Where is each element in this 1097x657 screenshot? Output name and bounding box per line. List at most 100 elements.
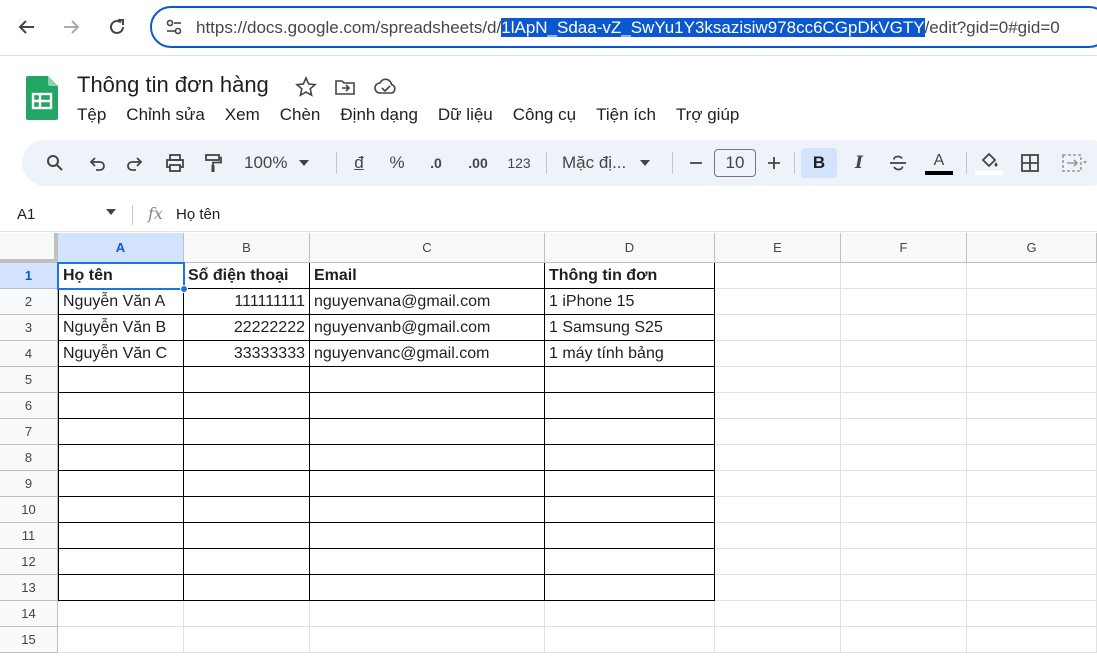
select-all-corner[interactable] bbox=[0, 233, 58, 263]
cell-f8[interactable] bbox=[841, 445, 967, 471]
cell-a2[interactable]: Nguyễn Văn A bbox=[58, 289, 184, 315]
menu-file[interactable]: Tệp bbox=[67, 102, 116, 128]
cell-d7[interactable] bbox=[545, 419, 715, 445]
cell-a9[interactable] bbox=[58, 471, 184, 497]
row-header-14[interactable]: 14 bbox=[0, 601, 58, 627]
column-header-a[interactable]: A bbox=[58, 233, 184, 263]
percent-format-button[interactable]: % bbox=[386, 148, 408, 178]
cell-f13[interactable] bbox=[841, 575, 967, 601]
cell-b12[interactable] bbox=[184, 549, 310, 575]
cell-d9[interactable] bbox=[545, 471, 715, 497]
cell-a4[interactable]: Nguyễn Văn C bbox=[58, 341, 184, 367]
cell-e6[interactable] bbox=[715, 393, 841, 419]
cell-c12[interactable] bbox=[310, 549, 545, 575]
cell-c7[interactable] bbox=[310, 419, 545, 445]
star-icon[interactable] bbox=[295, 76, 317, 98]
menu-insert[interactable]: Chèn bbox=[270, 102, 331, 128]
cell-e11[interactable] bbox=[715, 523, 841, 549]
print-button[interactable] bbox=[162, 148, 188, 178]
decrease-decimal-button[interactable]: .0 bbox=[422, 148, 450, 178]
menu-format[interactable]: Định dạng bbox=[330, 102, 428, 128]
cell-b1[interactable]: Số điện thoại bbox=[184, 263, 310, 289]
menu-tools[interactable]: Công cụ bbox=[503, 102, 586, 128]
cell-b5[interactable] bbox=[184, 367, 310, 393]
cell-d14[interactable] bbox=[545, 601, 715, 627]
cell-b11[interactable] bbox=[184, 523, 310, 549]
undo-button[interactable] bbox=[84, 148, 110, 178]
cell-c8[interactable] bbox=[310, 445, 545, 471]
cell-b14[interactable] bbox=[184, 601, 310, 627]
search-menus-button[interactable] bbox=[42, 148, 68, 178]
cell-a8[interactable] bbox=[58, 445, 184, 471]
font-family-select[interactable]: Mặc đị... bbox=[562, 148, 658, 178]
cell-c15[interactable] bbox=[310, 627, 545, 653]
cell-e4[interactable] bbox=[715, 341, 841, 367]
cell-d8[interactable] bbox=[545, 445, 715, 471]
redo-button[interactable] bbox=[122, 148, 148, 178]
row-header-7[interactable]: 7 bbox=[0, 419, 58, 445]
cell-g4[interactable] bbox=[967, 341, 1097, 367]
row-header-1[interactable]: 1 bbox=[0, 263, 58, 289]
increase-decimal-button[interactable]: .00 bbox=[464, 148, 492, 178]
cell-a1[interactable]: Họ tên bbox=[58, 263, 184, 289]
cell-b6[interactable] bbox=[184, 393, 310, 419]
cell-f2[interactable] bbox=[841, 289, 967, 315]
cell-g15[interactable] bbox=[967, 627, 1097, 653]
cell-f5[interactable] bbox=[841, 367, 967, 393]
formula-input[interactable]: Họ tên bbox=[176, 206, 220, 223]
cell-a6[interactable] bbox=[58, 393, 184, 419]
cell-f6[interactable] bbox=[841, 393, 967, 419]
more-formats-button[interactable]: 123 bbox=[504, 148, 534, 178]
cell-e7[interactable] bbox=[715, 419, 841, 445]
cell-b3[interactable]: 22222222 bbox=[184, 315, 310, 341]
cell-e13[interactable] bbox=[715, 575, 841, 601]
url-text[interactable]: https://docs.google.com/spreadsheets/d/1… bbox=[196, 18, 1060, 38]
column-header-d[interactable]: D bbox=[545, 233, 715, 263]
cell-c10[interactable] bbox=[310, 497, 545, 523]
cell-e10[interactable] bbox=[715, 497, 841, 523]
column-header-g[interactable]: G bbox=[967, 233, 1097, 263]
cell-f11[interactable] bbox=[841, 523, 967, 549]
cell-b13[interactable] bbox=[184, 575, 310, 601]
row-header-15[interactable]: 15 bbox=[0, 627, 58, 653]
row-header-9[interactable]: 9 bbox=[0, 471, 58, 497]
cell-a7[interactable] bbox=[58, 419, 184, 445]
cell-g11[interactable] bbox=[967, 523, 1097, 549]
cell-c2[interactable]: nguyenvana@gmail.com bbox=[310, 289, 545, 315]
cell-g7[interactable] bbox=[967, 419, 1097, 445]
cell-b4[interactable]: 33333333 bbox=[184, 341, 310, 367]
address-bar[interactable]: https://docs.google.com/spreadsheets/d/1… bbox=[150, 6, 1097, 48]
bold-button[interactable]: B bbox=[801, 148, 837, 178]
cell-e14[interactable] bbox=[715, 601, 841, 627]
cell-c9[interactable] bbox=[310, 471, 545, 497]
cell-g2[interactable] bbox=[967, 289, 1097, 315]
cell-c11[interactable] bbox=[310, 523, 545, 549]
cell-e1[interactable] bbox=[715, 263, 841, 289]
menu-data[interactable]: Dữ liệu bbox=[428, 102, 503, 128]
cell-d11[interactable] bbox=[545, 523, 715, 549]
cell-b7[interactable] bbox=[184, 419, 310, 445]
menu-help[interactable]: Trợ giúp bbox=[666, 102, 749, 128]
cell-f15[interactable] bbox=[841, 627, 967, 653]
column-header-b[interactable]: B bbox=[184, 233, 310, 263]
cell-c13[interactable] bbox=[310, 575, 545, 601]
borders-button[interactable] bbox=[1018, 148, 1042, 178]
cell-g3[interactable] bbox=[967, 315, 1097, 341]
back-button[interactable] bbox=[10, 10, 44, 44]
cell-a3[interactable]: Nguyễn Văn B bbox=[58, 315, 184, 341]
menu-extensions[interactable]: Tiện ích bbox=[586, 102, 666, 128]
cell-d6[interactable] bbox=[545, 393, 715, 419]
cell-a13[interactable] bbox=[58, 575, 184, 601]
cell-d2[interactable]: 1 iPhone 15 bbox=[545, 289, 715, 315]
menu-edit[interactable]: Chỉnh sửa bbox=[116, 102, 214, 128]
cell-c5[interactable] bbox=[310, 367, 545, 393]
row-header-8[interactable]: 8 bbox=[0, 445, 58, 471]
strikethrough-button[interactable] bbox=[886, 148, 910, 178]
cell-d3[interactable]: 1 Samsung S25 bbox=[545, 315, 715, 341]
row-header-6[interactable]: 6 bbox=[0, 393, 58, 419]
fill-color-button[interactable] bbox=[974, 148, 1004, 178]
row-header-3[interactable]: 3 bbox=[0, 315, 58, 341]
cell-a5[interactable] bbox=[58, 367, 184, 393]
cell-b15[interactable] bbox=[184, 627, 310, 653]
cell-d4[interactable]: 1 máy tính bảng bbox=[545, 341, 715, 367]
